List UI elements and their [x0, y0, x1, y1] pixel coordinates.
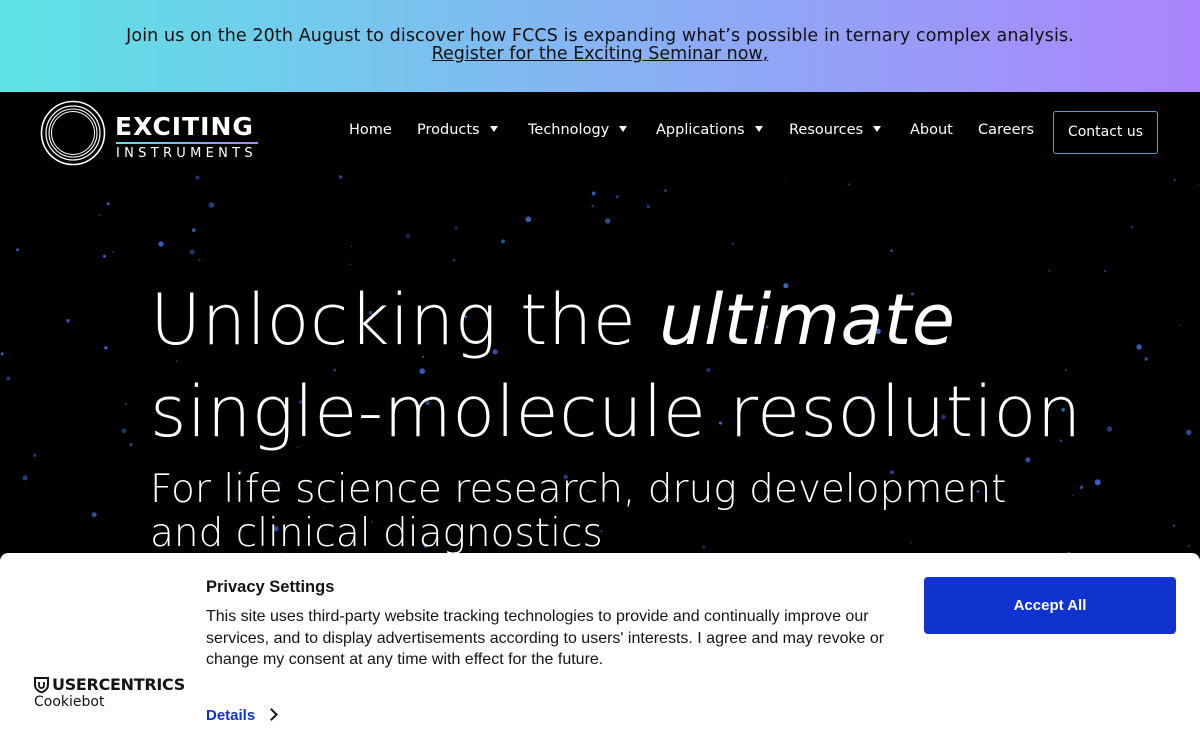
nav-about[interactable]: About [910, 122, 953, 138]
star-dot [784, 180, 786, 182]
star-dot [525, 216, 532, 223]
star-dot [91, 512, 97, 518]
star-dot [591, 204, 595, 208]
star-dot [189, 249, 195, 255]
star-dot [124, 402, 127, 405]
nav-careers[interactable]: Careers [978, 122, 1034, 138]
star-dot [104, 346, 108, 350]
seminar-register-link[interactable]: Register for the Exciting Seminar now, [0, 44, 1200, 64]
star-dot [349, 263, 352, 266]
nav-home-label: Home [349, 122, 392, 138]
caret-down-icon [489, 126, 498, 132]
star-dot [605, 218, 611, 224]
nav-technology-label: Technology [528, 122, 610, 138]
star-dot [208, 202, 215, 208]
privacy-settings-title: Privacy Settings [206, 578, 335, 596]
caret-down-icon [873, 126, 882, 132]
star-dot [591, 191, 596, 196]
star-dot [158, 241, 164, 247]
star-dot [1094, 479, 1101, 486]
details-label: Details [206, 707, 256, 724]
star-dot [33, 453, 37, 457]
subhead-line1: For life science research, drug developm… [150, 467, 1007, 512]
brand-wordmark: EXCITING [115, 112, 254, 141]
star-dot [1048, 270, 1050, 272]
privacy-settings-text: This site uses third-party website track… [206, 608, 885, 668]
nav-products[interactable]: Products [417, 122, 498, 138]
caret-down-icon [619, 126, 628, 132]
star-dot [1130, 225, 1134, 229]
headline-start: Unlocking the [150, 279, 660, 361]
caret-down-icon [754, 126, 763, 132]
star-dot [112, 251, 114, 253]
chevron-right-icon [265, 708, 279, 721]
star-dot [1072, 494, 1074, 497]
star-dot [1179, 324, 1182, 326]
star-dot [1144, 357, 1148, 361]
star-dot [1174, 179, 1176, 181]
star-dot [500, 239, 505, 244]
star-dot [405, 233, 411, 238]
contact-us-button[interactable]: Contact us [1053, 111, 1158, 154]
usercentrics-shield-icon [34, 677, 49, 693]
star-dot [121, 428, 127, 434]
nav-home[interactable]: Home [349, 122, 392, 138]
cookie-consent-banner: USERCENTRICS Cookiebot Privacy Settings … [0, 553, 1200, 750]
star-dot [615, 195, 619, 199]
star-dot [664, 189, 667, 192]
subhead-line2: and clinical diagnostics [150, 511, 603, 556]
headline-line2: single-molecule resolution [150, 371, 1082, 453]
star-dot [1079, 485, 1084, 490]
star-dot [646, 204, 651, 209]
announcement-text: Join us on the 20th August to discover h… [126, 26, 1074, 46]
announcement-bar: Join us on the 20th August to discover h… [0, 0, 1200, 92]
star-dot [6, 376, 11, 381]
star-dot [1106, 426, 1113, 432]
brand-subtitle: INSTRUMENTS [116, 146, 257, 161]
star-dot [454, 225, 459, 230]
star-dot [847, 183, 850, 186]
hero-subheading: For life science research, drug developm… [150, 468, 1006, 556]
star-dot [338, 175, 343, 179]
star-dot [0, 352, 4, 356]
star-dot [732, 242, 735, 245]
star-dot [1197, 184, 1200, 186]
star-dot [890, 249, 893, 252]
hero-headline: Unlocking the ultimate single-molecule r… [150, 274, 1082, 458]
star-dot [350, 245, 353, 248]
star-dot [66, 319, 70, 323]
nav-resources[interactable]: Resources [789, 122, 882, 138]
star-dot [98, 214, 101, 217]
star-dot [1103, 269, 1106, 272]
star-dot [198, 259, 201, 262]
star-dot [103, 254, 106, 258]
brand-gradient-bar [116, 142, 258, 144]
accept-all-button[interactable]: Accept All [924, 577, 1176, 634]
brand-logo[interactable]: EXCITING INSTRUMENTS [40, 100, 270, 166]
logo-rings-icon [40, 100, 106, 166]
headline-emphasis: ultimate [659, 279, 956, 361]
nav-products-label: Products [417, 122, 480, 138]
details-link[interactable]: Details [206, 707, 279, 724]
star-dot [452, 258, 456, 262]
star-dot [16, 248, 19, 252]
star-dot [22, 475, 28, 481]
star-dot [1025, 457, 1031, 463]
nav-technology[interactable]: Technology [528, 122, 628, 138]
star-dot [1186, 429, 1192, 436]
star-dot [1187, 545, 1190, 547]
nav-about-label: About [910, 122, 953, 138]
nav-applications-label: Applications [656, 122, 745, 138]
star-dot [195, 175, 200, 180]
usercentrics-wordmark: USERCENTRICS [52, 675, 185, 694]
star-dot [106, 202, 110, 206]
nav-applications[interactable]: Applications [656, 122, 763, 138]
star-dot [191, 228, 196, 233]
cookiebot-label: Cookiebot [34, 694, 105, 710]
nav-resources-label: Resources [789, 122, 864, 138]
star-dot [1172, 524, 1176, 527]
star-dot [129, 443, 133, 447]
nav-careers-label: Careers [978, 122, 1035, 138]
star-dot [1136, 344, 1142, 350]
